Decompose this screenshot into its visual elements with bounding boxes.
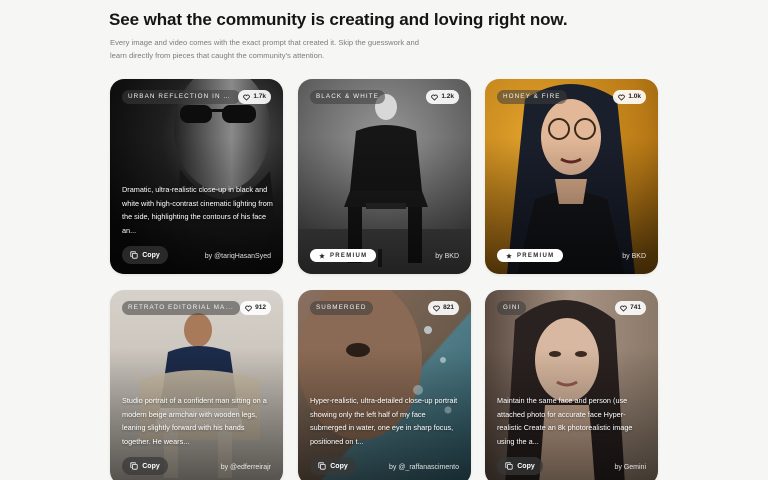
likes-badge[interactable]: 1.7k xyxy=(238,90,271,104)
copy-icon xyxy=(505,462,513,470)
copy-label: Copy xyxy=(330,462,348,470)
card-author[interactable]: by @edferreirajr xyxy=(221,464,271,471)
heart-icon xyxy=(620,305,627,312)
likes-badge[interactable]: 1.0k xyxy=(613,90,646,104)
heart-icon xyxy=(433,305,440,312)
premium-label: PREMIUM xyxy=(330,252,368,259)
copy-button[interactable]: Copy xyxy=(122,457,168,475)
card-tag: BLACK & WHITE xyxy=(310,90,385,104)
card-author[interactable]: by @_raffanascimento xyxy=(389,464,459,471)
card-tag: URBAN REFLECTION IN D... xyxy=(122,90,240,104)
card-author[interactable]: by BKD xyxy=(622,253,646,260)
likes-badge[interactable]: 821 xyxy=(428,301,459,315)
star-icon xyxy=(319,252,325,259)
copy-label: Copy xyxy=(142,462,160,470)
card-author[interactable]: by BKD xyxy=(435,253,459,260)
card-prompt: Hyper-realistic, ultra-detailed close-up… xyxy=(310,396,458,446)
heart-icon xyxy=(618,94,626,101)
premium-badge: PREMIUM xyxy=(497,249,564,262)
likes-count: 1.2k xyxy=(441,93,454,100)
gallery-card[interactable]: HONEY & FIRE 1.0k PREMIUM by BKD xyxy=(485,79,658,274)
likes-count: 741 xyxy=(630,304,641,311)
likes-count: 1.7k xyxy=(253,93,266,100)
copy-label: Copy xyxy=(517,462,535,470)
card-tag: SUBMERGED xyxy=(310,301,373,315)
section-description: Every image and video comes with the exa… xyxy=(110,38,419,60)
likes-count: 1.0k xyxy=(628,93,641,100)
card-prompt: Studio portrait of a confident man sitti… xyxy=(122,396,267,446)
card-author[interactable]: by Gemini xyxy=(614,464,646,471)
gallery-card[interactable]: URBAN REFLECTION IN D... 1.7k Dramatic, … xyxy=(110,79,283,274)
copy-label: Copy xyxy=(142,251,160,259)
likes-badge[interactable]: 741 xyxy=(615,301,646,315)
likes-count: 912 xyxy=(255,304,266,311)
copy-icon xyxy=(130,251,138,259)
heart-icon xyxy=(431,94,439,101)
card-tag: RETRATO EDITORIAL MA... xyxy=(122,301,240,315)
gallery-card[interactable]: RETRATO EDITORIAL MA... 912 Studio portr… xyxy=(110,290,283,480)
likes-count: 821 xyxy=(443,304,454,311)
card-tag: GINI xyxy=(497,301,527,315)
likes-badge[interactable]: 1.2k xyxy=(426,90,459,104)
star-icon xyxy=(506,252,512,259)
card-tag: HONEY & FIRE xyxy=(497,90,567,104)
copy-icon xyxy=(318,462,326,470)
heart-icon xyxy=(245,305,252,312)
heart-icon xyxy=(243,94,251,101)
premium-badge: PREMIUM xyxy=(310,249,377,262)
gallery-card[interactable]: BLACK & WHITE 1.2k PREMIUM by BKD xyxy=(298,79,471,274)
copy-icon xyxy=(130,462,138,470)
card-prompt: Dramatic, ultra-realistic close-up in bl… xyxy=(122,185,273,235)
likes-badge[interactable]: 912 xyxy=(240,301,271,315)
card-prompt: Maintain the same face and person (use a… xyxy=(497,396,633,446)
gallery-card[interactable]: SUBMERGED 821 Hyper-realistic, ultra-det… xyxy=(298,290,471,480)
copy-button[interactable]: Copy xyxy=(310,457,356,475)
premium-label: PREMIUM xyxy=(517,252,555,259)
card-author[interactable]: by @tariqHasanSyed xyxy=(205,253,271,260)
section-title: See what the community is creating and l… xyxy=(109,10,568,29)
copy-button[interactable]: Copy xyxy=(497,457,543,475)
gallery-card[interactable]: GINI 741 Maintain the same face and pers… xyxy=(485,290,658,480)
copy-button[interactable]: Copy xyxy=(122,246,168,264)
